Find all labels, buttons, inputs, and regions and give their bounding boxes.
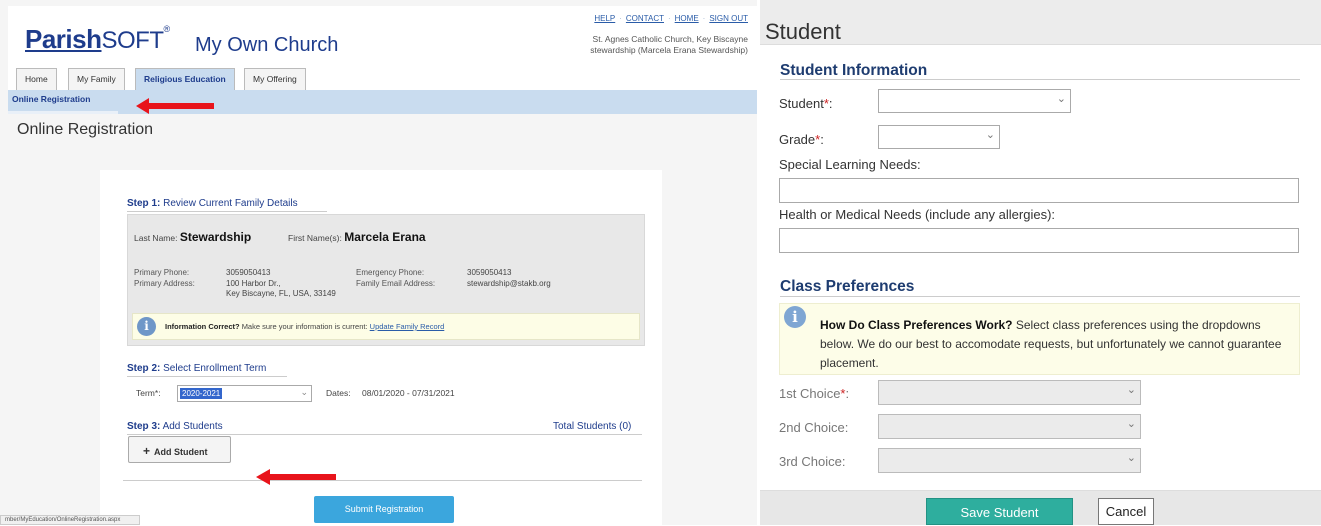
dialog-titlebar: Student xyxy=(760,0,1321,45)
step3-title: Step 3: Add Students xyxy=(127,421,223,432)
submit-registration-button[interactable]: Submit Registration xyxy=(314,496,454,523)
top-links: HELP · CONTACT · HOME · SIGN OUT xyxy=(594,14,748,23)
choice3-label: 3rd Choice: xyxy=(779,454,846,469)
step2-title: Step 2: Select Enrollment Term xyxy=(127,363,267,374)
logo-parish-text: Parish xyxy=(25,24,102,54)
primary-phone-value: 3059050413 xyxy=(226,268,271,277)
home-link[interactable]: HOME xyxy=(675,14,699,23)
page-header: ParishSOFT® My Own Church HELP · CONTACT · H… xyxy=(8,6,757,64)
grade-label: Grade*: xyxy=(779,132,824,147)
divider xyxy=(780,296,1300,297)
org-line-2: stewardship (Marcela Erana Stewardship) xyxy=(590,45,748,55)
page-title: Online Registration xyxy=(17,121,154,138)
class-preferences-info-text: How Do Class Preferences Work? Select cl… xyxy=(820,318,1282,370)
student-dialog: Student Student Information Student*: ⌄ … xyxy=(760,0,1321,525)
divider xyxy=(123,480,642,481)
family-details-block: Last Name: Stewardship First Name(s): Ma… xyxy=(127,214,645,346)
subnav-online-registration[interactable]: Online Registration xyxy=(12,94,90,104)
info-correct-text: Information Correct? Make sure your info… xyxy=(165,322,445,331)
cancel-button[interactable]: Cancel xyxy=(1098,498,1154,525)
organization-info: St. Agnes Catholic Church, Key Biscayne … xyxy=(590,34,748,56)
logo-soft-text: SOFT xyxy=(101,27,165,54)
choice3-select[interactable]: ⌄ xyxy=(878,448,1141,473)
tab-religious-education[interactable]: Religious Education xyxy=(135,68,235,90)
status-bar-url: mber/MyEducation/OnlineRegistration.aspx xyxy=(0,515,140,525)
student-select[interactable]: ⌄ xyxy=(878,89,1071,113)
logo-mark: ® xyxy=(163,24,171,34)
class-preferences-info: i How Do Class Preferences Work? Select … xyxy=(779,303,1300,375)
emergency-phone-label: Emergency Phone: xyxy=(356,268,425,277)
family-email-label: Family Email Address: xyxy=(356,279,436,288)
chevron-down-icon: ⌄ xyxy=(1056,93,1066,105)
term-selected-value: 2020-2021 xyxy=(180,388,223,399)
tab-my-family[interactable]: My Family xyxy=(68,68,125,90)
chevron-down-icon: ⌄ xyxy=(1126,384,1136,396)
student-label: Student*: xyxy=(779,96,833,111)
chevron-down-icon: ⌄ xyxy=(300,387,308,397)
divider xyxy=(127,211,327,212)
add-student-button[interactable]: + Add Student xyxy=(128,436,231,463)
emergency-phone-value: 3059050413 xyxy=(467,268,512,277)
info-correct-bar: i Information Correct? Make sure your in… xyxy=(132,313,640,340)
subnav-bar: Online Registration xyxy=(8,90,757,114)
primary-phone-label: Primary Phone: xyxy=(134,268,190,277)
registration-card: Step 1: Review Current Family Details La… xyxy=(100,170,662,525)
choice1-label: 1st Choice*: xyxy=(779,386,850,401)
chevron-down-icon: ⌄ xyxy=(985,129,995,141)
first-name: First Name(s): Marcela Erana xyxy=(288,230,426,244)
special-learning-needs-label: Special Learning Needs: xyxy=(779,157,921,172)
total-students: Total Students (0) xyxy=(553,421,632,432)
parishsoft-logo[interactable]: ParishSOFT® xyxy=(25,24,170,55)
parishsoft-registration-page: ParishSOFT® My Own Church HELP · CONTACT · H… xyxy=(0,0,757,525)
main-tabs: Home My Family Religious Education My Of… xyxy=(8,64,757,90)
save-student-button[interactable]: Save Student xyxy=(926,498,1073,525)
dialog-title: Student xyxy=(765,19,841,44)
subnav-underline xyxy=(8,111,118,114)
divider xyxy=(127,376,287,377)
tab-my-offering[interactable]: My Offering xyxy=(244,68,306,90)
primary-address-label: Primary Address: xyxy=(134,279,195,288)
info-icon: i xyxy=(784,306,806,328)
chevron-down-icon: ⌄ xyxy=(1126,452,1136,464)
chevron-down-icon: ⌄ xyxy=(1126,418,1136,430)
choice2-select[interactable]: ⌄ xyxy=(878,414,1141,439)
divider xyxy=(127,434,642,435)
divider xyxy=(780,79,1300,80)
contact-link[interactable]: CONTACT xyxy=(626,14,664,23)
help-link[interactable]: HELP xyxy=(594,14,615,23)
step1-title: Step 1: Review Current Family Details xyxy=(127,198,298,209)
red-arrow-icon xyxy=(136,98,214,114)
plus-icon: + xyxy=(143,444,151,458)
health-needs-input[interactable] xyxy=(779,228,1299,253)
dialog-footer: Save Student Cancel xyxy=(760,490,1321,525)
health-needs-label: Health or Medical Needs (include any all… xyxy=(779,207,1056,222)
class-preferences-heading: Class Preferences xyxy=(780,278,915,295)
special-learning-needs-input[interactable] xyxy=(779,178,1299,203)
primary-address-value: 100 Harbor Dr., Key Biscayne, FL, USA, 3… xyxy=(226,279,336,298)
tab-home[interactable]: Home xyxy=(16,68,57,90)
church-name: My Own Church xyxy=(195,34,339,56)
dates-value: 08/01/2020 - 07/31/2021 xyxy=(362,388,455,398)
add-student-label: Add Student xyxy=(154,447,208,457)
choice1-select[interactable]: ⌄ xyxy=(878,380,1141,405)
grade-select[interactable]: ⌄ xyxy=(878,125,1000,149)
term-select[interactable]: 2020-2021 ⌄ xyxy=(177,385,312,402)
dates-label: Dates: xyxy=(326,388,351,398)
info-icon: i xyxy=(137,317,156,336)
student-information-heading: Student Information xyxy=(780,62,928,79)
family-email-value: stewardship@stakb.org xyxy=(467,279,551,288)
sign-out-link[interactable]: SIGN OUT xyxy=(709,14,748,23)
org-line-1: St. Agnes Catholic Church, Key Biscayne xyxy=(592,34,748,44)
update-family-record-link[interactable]: Update Family Record xyxy=(370,322,445,331)
term-label: Term*: xyxy=(136,388,161,398)
red-arrow-icon xyxy=(256,469,336,485)
last-name: Last Name: Stewardship xyxy=(134,230,252,244)
choice2-label: 2nd Choice: xyxy=(779,420,849,435)
